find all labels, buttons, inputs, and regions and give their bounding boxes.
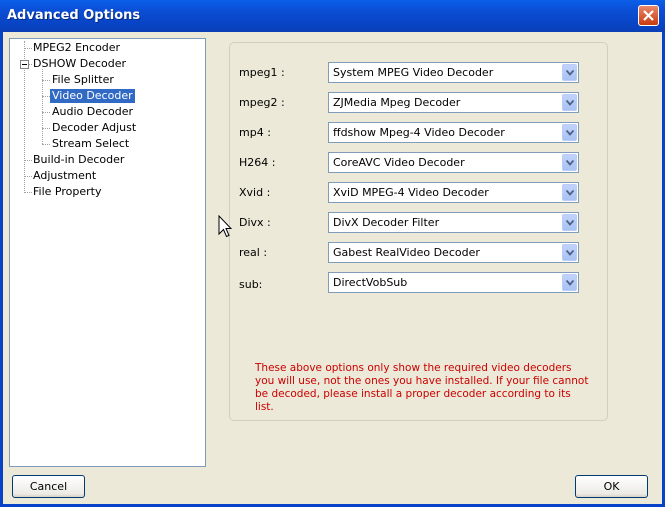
tree-line xyxy=(42,144,50,145)
tree-item-audio-decoder[interactable]: Audio Decoder xyxy=(52,105,133,119)
cancel-button[interactable]: Cancel xyxy=(12,475,85,498)
tree-line xyxy=(24,192,32,193)
chevron-down-icon[interactable] xyxy=(562,274,577,291)
title-bar[interactable]: Advanced Options xyxy=(0,0,665,32)
decoder-select-value: ZJMedia Mpeg Decoder xyxy=(333,96,461,109)
tree-item-file-splitter[interactable]: File Splitter xyxy=(52,73,114,87)
decoder-label-mp4: mp4 : xyxy=(239,126,271,139)
decoder-select-value: XviD MPEG-4 Video Decoder xyxy=(333,186,489,199)
decoder-select-value: System MPEG Video Decoder xyxy=(333,66,494,79)
collapse-icon[interactable] xyxy=(20,60,29,69)
tree-line xyxy=(42,112,50,113)
decoder-label-xvid: Xvid : xyxy=(239,186,271,199)
tree-item-decoder-adjust[interactable]: Decoder Adjust xyxy=(52,121,136,135)
decoder-select-h264[interactable]: CoreAVC Video Decoder xyxy=(328,152,579,173)
decoder-select-real[interactable]: Gabest RealVideo Decoder xyxy=(328,242,579,263)
decoder-select-sub[interactable]: DirectVobSub xyxy=(328,272,579,293)
chevron-down-icon[interactable] xyxy=(562,124,577,141)
mouse-cursor-icon xyxy=(218,215,232,238)
decoder-select-mpeg2[interactable]: ZJMedia Mpeg Decoder xyxy=(328,92,579,113)
decoder-label-h264: H264 : xyxy=(239,156,276,169)
decoder-select-divx[interactable]: DivX Decoder Filter xyxy=(328,212,579,233)
options-tree[interactable]: MPEG2 Encoder DSHOW Decoder File Splitte… xyxy=(9,38,206,467)
decoder-select-value: DivX Decoder Filter xyxy=(333,216,440,229)
chevron-down-icon[interactable] xyxy=(562,244,577,261)
decoder-select-xvid[interactable]: XviD MPEG-4 Video Decoder xyxy=(328,182,579,203)
tree-line xyxy=(24,160,32,161)
tree-line xyxy=(24,48,32,49)
tree-item-file-property[interactable]: File Property xyxy=(33,185,101,199)
decoder-label-mpeg2: mpeg2 : xyxy=(239,96,285,109)
close-button[interactable] xyxy=(638,5,659,26)
ok-button[interactable]: OK xyxy=(575,475,648,498)
decoder-select-value: CoreAVC Video Decoder xyxy=(333,156,465,169)
decoder-select-mpeg1[interactable]: System MPEG Video Decoder xyxy=(328,62,579,83)
tree-item-dshow-decoder[interactable]: DSHOW Decoder xyxy=(33,57,126,71)
tree-line xyxy=(42,128,50,129)
tree-item-mpeg2-encoder[interactable]: MPEG2 Encoder xyxy=(33,41,120,55)
decoder-select-value: ffdshow Mpeg-4 Video Decoder xyxy=(333,126,505,139)
chevron-down-icon[interactable] xyxy=(562,184,577,201)
decoder-label-sub: sub: xyxy=(239,278,263,291)
decoder-label-mpeg1: mpeg1 : xyxy=(239,66,285,79)
tree-line xyxy=(29,64,32,65)
chevron-down-icon[interactable] xyxy=(562,94,577,111)
window-title: Advanced Options xyxy=(7,8,141,23)
decoder-label-divx: Divx : xyxy=(239,216,271,229)
tree-item-build-in-decoder[interactable]: Build-in Decoder xyxy=(33,153,124,167)
close-icon xyxy=(643,10,654,21)
tree-line xyxy=(42,96,50,97)
tree-line xyxy=(24,176,32,177)
tree-line xyxy=(42,80,50,81)
decoder-label-real: real : xyxy=(239,246,268,259)
chevron-down-icon[interactable] xyxy=(562,154,577,171)
tree-item-stream-select[interactable]: Stream Select xyxy=(52,137,129,151)
tree-item-adjustment[interactable]: Adjustment xyxy=(33,169,96,183)
chevron-down-icon[interactable] xyxy=(562,64,577,81)
decoder-select-mp4[interactable]: ffdshow Mpeg-4 Video Decoder xyxy=(328,122,579,143)
decoder-note: These above options only show the requir… xyxy=(255,362,589,413)
decoder-select-value: DirectVobSub xyxy=(333,276,408,289)
decoder-select-value: Gabest RealVideo Decoder xyxy=(333,246,480,259)
tree-item-video-decoder[interactable]: Video Decoder xyxy=(50,89,135,103)
chevron-down-icon[interactable] xyxy=(562,214,577,231)
